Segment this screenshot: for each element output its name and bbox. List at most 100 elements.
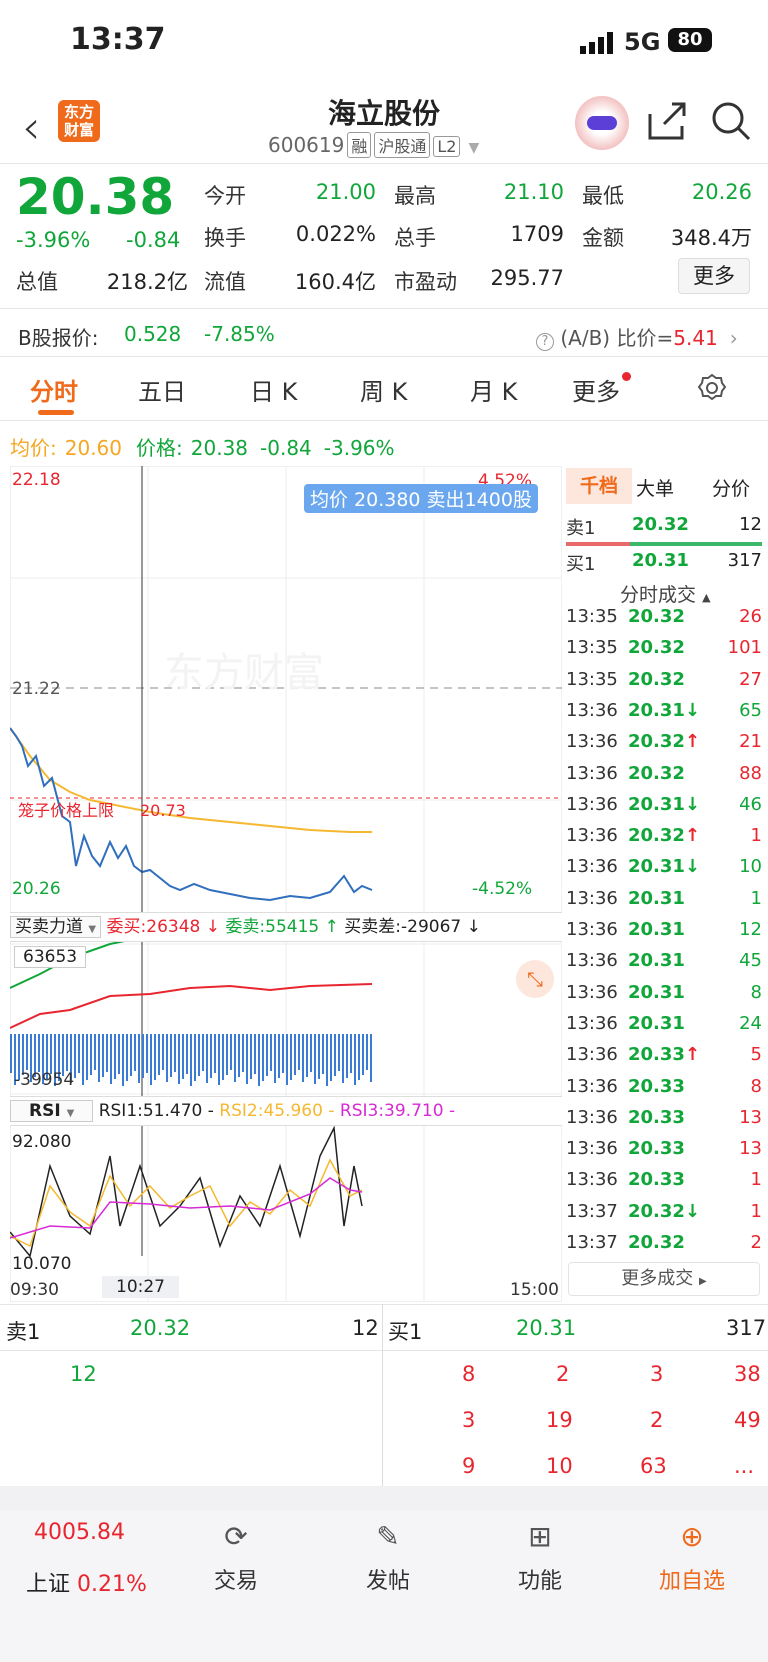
trade-volume: 88 xyxy=(739,762,762,784)
trade-price: 20.31 xyxy=(628,950,685,972)
assistant-robot-icon[interactable] xyxy=(575,96,629,150)
tab-big-order[interactable]: 大单 xyxy=(636,474,674,501)
rsi-selector[interactable]: RSI ▼ xyxy=(10,1100,94,1122)
total-value-label: 总值 xyxy=(16,270,58,294)
trade-time: 13:36 xyxy=(566,950,618,972)
trade-row: 13:36 20.31 1 xyxy=(566,888,762,919)
trade-price: 20.32↓ xyxy=(628,1200,701,1222)
low-value: 20.26 xyxy=(691,180,752,204)
buy-queue-item: 9 xyxy=(462,1454,476,1478)
trade-row: 13:35 20.32 26 xyxy=(566,606,762,637)
help-icon: ? xyxy=(536,333,554,351)
nav-trade[interactable]: ⟳ 交易 xyxy=(186,1520,286,1595)
trade-price: 20.32 xyxy=(628,637,685,659)
share-icon[interactable] xyxy=(646,100,688,142)
force-header: 买卖力道 ▼ 委买:26348 ↓ 委卖:55415 ↑ 买卖差:-29067 … xyxy=(10,912,562,942)
settings-icon[interactable] xyxy=(696,372,728,404)
buy-queue-item: 63 xyxy=(640,1454,667,1478)
total-value: 218.2亿 xyxy=(106,270,188,294)
trade-tooltip: 均价 20.380 卖出1400股 xyxy=(304,484,538,513)
chevron-right-icon: › xyxy=(729,326,738,350)
trade-row: 13:36 20.32↑ 21 xyxy=(566,731,762,762)
tag-margin: 融 xyxy=(347,132,372,158)
trade-volume: 1 xyxy=(750,825,762,847)
ask1-price: 20.32 xyxy=(632,514,689,535)
intraday-chart[interactable]: 东方财富 22.18 21.22 20.26 4.52% -4.52% 笼子价格… xyxy=(10,466,562,1302)
time-start: 09:30 xyxy=(10,1280,59,1300)
trade-row: 13:36 20.31 8 xyxy=(566,982,762,1013)
nav-post[interactable]: ✎ 发帖 xyxy=(338,1520,438,1595)
chevron-down-icon: ▼ xyxy=(88,924,97,935)
index-value[interactable]: 4005.84 xyxy=(34,1520,125,1545)
expand-icon[interactable]: ⤡ xyxy=(516,960,554,998)
trade-time: 13:36 xyxy=(566,1044,618,1066)
stock-code-row[interactable]: 600619 融沪股通 L2 ▼ xyxy=(268,132,479,158)
nav-functions[interactable]: ⊞ 功能 xyxy=(490,1520,590,1595)
rsi3-label: RSI3:39.710 - xyxy=(339,1101,456,1121)
tab-weekly-k[interactable]: 周 K xyxy=(360,372,407,407)
tab-intraday[interactable]: 分时 xyxy=(30,372,78,407)
trade-volume: 101 xyxy=(727,637,762,659)
rsi-header: RSI ▼ RSI1:51.470 - RSI2:45.960 - RSI3:3… xyxy=(10,1096,562,1126)
notification-dot xyxy=(622,372,631,381)
limit-label: 笼子价格上限 xyxy=(18,801,114,820)
status-time: 13:37 xyxy=(70,22,166,57)
avg-value: 20.60 xyxy=(64,436,123,460)
tab-depth[interactable]: 千档 xyxy=(566,468,632,504)
book-sell-label: 卖1 xyxy=(6,1320,41,1344)
tab-more[interactable]: 更多 xyxy=(572,372,631,407)
buy-queue-item: ... xyxy=(734,1454,755,1478)
bid1-price: 20.31 xyxy=(632,550,689,571)
buy-queue-item: 10 xyxy=(546,1454,573,1478)
bid1-row: 买1 20.31 317 xyxy=(566,550,762,581)
current-price: 20.38 xyxy=(16,168,175,226)
bid1-label: 买1 xyxy=(566,554,596,575)
trade-price: 20.32 xyxy=(628,668,685,690)
force-selector[interactable]: 买卖力道 ▼ xyxy=(10,916,102,938)
rsi-name: RSI xyxy=(29,1101,61,1121)
force-name: 买卖力道 xyxy=(15,917,83,937)
volume-label: 总手 xyxy=(394,226,436,250)
index-change[interactable]: 上证 0.21% xyxy=(26,1566,147,1598)
grid-icon: ⊞ xyxy=(528,1520,552,1553)
trade-price: 20.33 xyxy=(628,1169,685,1191)
trade-volume: 65 xyxy=(739,699,762,721)
force-buy-value: 26348 ↓ xyxy=(146,917,220,937)
open-value: 21.00 xyxy=(315,180,376,204)
amount-label: 金额 xyxy=(582,226,624,250)
tab-daily-k[interactable]: 日 K xyxy=(250,372,297,407)
nav-add-label: 加自选 xyxy=(658,1569,725,1594)
trade-time: 13:36 xyxy=(566,1106,618,1128)
tab-five-day[interactable]: 五日 xyxy=(138,372,186,407)
trade-time: 13:36 xyxy=(566,762,618,784)
trade-row: 13:36 20.31↓ 10 xyxy=(566,856,762,887)
turnover-label: 换手 xyxy=(204,226,246,250)
search-icon[interactable] xyxy=(710,100,752,142)
y-max-label: 22.18 xyxy=(12,470,61,490)
change-amount: -0.84 xyxy=(126,228,181,252)
tab-monthly-k[interactable]: 月 K xyxy=(470,372,517,407)
more-button[interactable]: 更多 xyxy=(678,258,750,294)
force-top-label: 63653 xyxy=(14,946,87,968)
nav-add-watchlist[interactable]: ⊕ 加自选 xyxy=(642,1520,742,1595)
ask1-label: 卖1 xyxy=(566,518,596,539)
more-trades-button[interactable]: 更多成交 ▶ xyxy=(568,1262,760,1296)
trade-volume: 27 xyxy=(739,668,762,690)
buy-queue-item: 38 xyxy=(734,1362,761,1386)
trade-row: 13:36 20.31 12 xyxy=(566,919,762,950)
bshare-label: B股报价: xyxy=(18,326,99,350)
tab-price-dist[interactable]: 分价 xyxy=(712,474,750,501)
trade-row: 13:36 20.33 8 xyxy=(566,1076,762,1107)
rsi2-label: RSI2:45.960 - xyxy=(219,1101,335,1121)
index-name: 上证 xyxy=(26,1572,71,1597)
trade-time: 13:36 xyxy=(566,699,618,721)
chevron-down-icon: ▼ xyxy=(66,1108,75,1119)
force-buy-label: 委买: xyxy=(106,917,147,937)
y-mid-label: 21.22 xyxy=(12,679,61,699)
trade-time: 13:35 xyxy=(566,606,618,627)
trade-price: 20.31↓ xyxy=(628,793,701,815)
trades-title[interactable]: 分时成交 ▲ xyxy=(620,580,711,607)
pe-value: 295.77 xyxy=(490,266,564,290)
trade-time: 13:36 xyxy=(566,1075,618,1097)
ab-ratio[interactable]: ? (A/B) 比价=5.41 › xyxy=(536,322,738,351)
